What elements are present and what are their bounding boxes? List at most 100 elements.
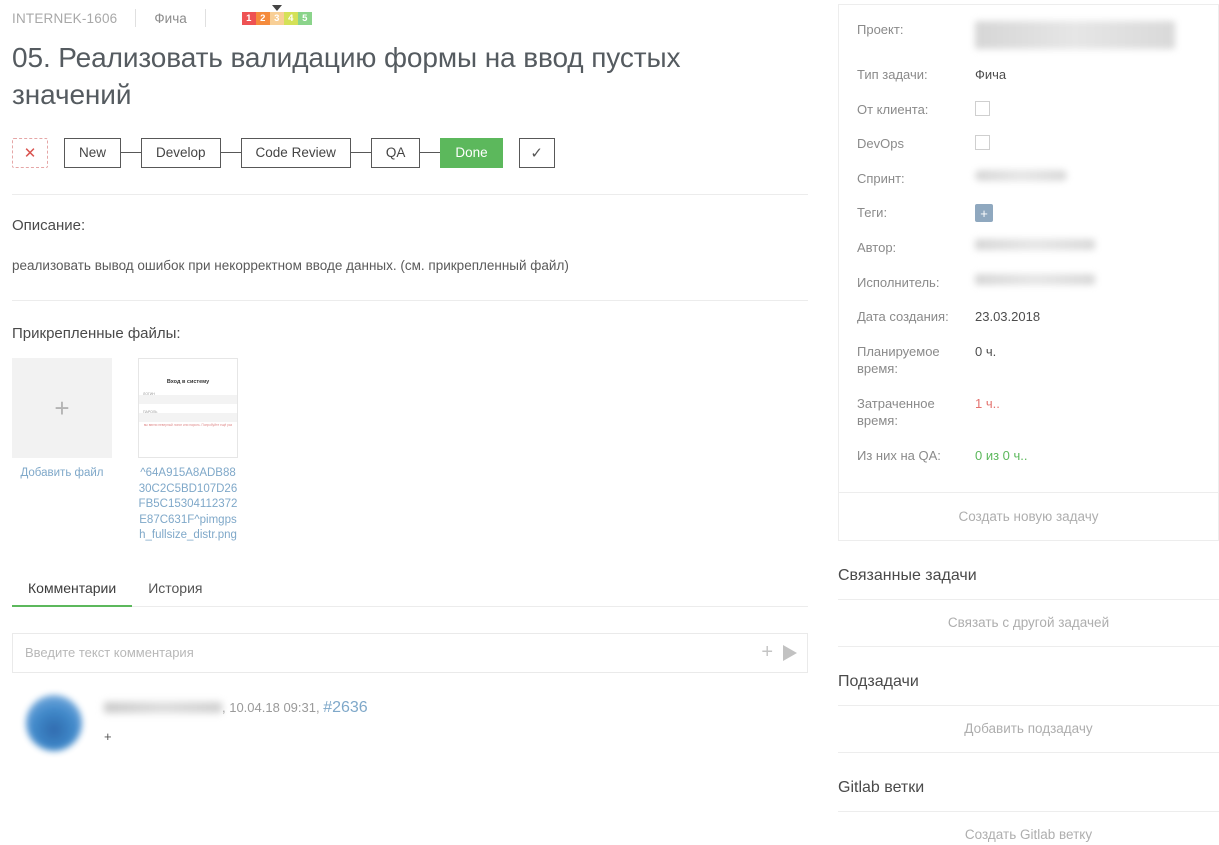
field-value-redacted [975,274,1095,285]
checkbox[interactable] [975,101,990,116]
comment-body: , 10.04.18 09:31, #2636 + [104,695,368,751]
workflow-reject-button[interactable]: ✕ [12,138,48,168]
field-row: Планируемое время:0 ч. [857,343,1200,378]
add-file-button[interactable]: + [12,358,112,458]
field-label: Дата создания: [857,308,975,326]
workflow-steps: New Develop Code Review QA Done [64,138,503,168]
tab-history[interactable]: История [132,572,218,606]
field-label: Затраченное время: [857,395,975,430]
priority-level-2[interactable]: 2 [256,12,270,25]
attachment-thumbnail[interactable]: Вход в систему ЛОГИН ПАРОЛЬ вы ввели нев… [138,358,238,458]
field-value-redacted [975,170,1067,181]
attachments-list: + Добавить файл Вход в систему ЛОГИН ПАР… [12,358,808,544]
divider-description [12,300,808,301]
checkbox[interactable] [975,135,990,150]
field-row: Автор: [857,239,1200,257]
field-row: Из них на QA:0 из 0 ч.. [857,447,1200,465]
add-file-item[interactable]: + Добавить файл [12,358,112,544]
comment-item: , 10.04.18 09:31, #2636 + [12,695,808,751]
send-icon[interactable] [783,645,797,661]
section-title: Gitlab ветки [838,779,1219,811]
field-row: От клиента: [857,101,1200,119]
comment-input-row[interactable]: + [12,633,808,673]
thumbnail-error-text: вы ввели неверный логин или пароль. Попр… [143,423,233,427]
sidebar: Проект: Тип задачи:Фича От клиента: DevOps С… [820,0,1219,845]
thumbnail-label-1: ЛОГИН [143,392,155,396]
workflow-step-code-review[interactable]: Code Review [241,138,351,168]
section-action-button[interactable]: Добавить подзадачу [838,705,1219,753]
priority-level-1[interactable]: 1 [242,12,256,25]
field-row: Теги:+ [857,204,1200,222]
breadcrumb-divider [135,9,136,27]
field-row: Тип задачи:Фича [857,66,1200,84]
priority-level-4[interactable]: 4 [284,12,298,25]
priority-marker-icon [272,5,282,11]
sidebar-sections: Связанные задачиСвязать с другой задачей… [838,567,1219,845]
avatar [26,695,82,751]
comment-author [104,702,222,713]
section-action-button[interactable]: Связать с другой задачей [838,599,1219,647]
create-task-button[interactable]: Создать новую задачу [839,492,1218,540]
workflow-connector [420,152,440,153]
priority-level-3[interactable]: 3 [270,12,284,25]
field-row: Затраченное время:1 ч.. [857,395,1200,430]
field-label: Автор: [857,239,975,257]
breadcrumb-divider-2 [205,9,206,27]
workflow-connector [221,152,241,153]
description-label: Описание: [12,217,808,234]
section-action-button[interactable]: Создать Gitlab ветку [838,811,1219,845]
field-value: 0 ч. [975,343,996,361]
field-label: Планируемое время: [857,343,975,378]
field-label: DevOps [857,135,975,153]
attachments-label: Прикрепленные файлы: [12,325,808,342]
comment-input[interactable] [23,644,761,661]
field-label: Проект: [857,21,975,39]
section-title: Подзадачи [838,673,1219,705]
plus-icon: + [54,393,69,424]
attachment-item[interactable]: Вход в систему ЛОГИН ПАРОЛЬ вы ввели нев… [138,358,238,544]
field-value-redacted [975,21,1175,49]
tab-comments[interactable]: Комментарии [12,572,132,606]
priority-selector[interactable]: 12345 [242,12,312,25]
field-label: Тип задачи: [857,66,975,84]
workflow-connector [121,152,141,153]
field-row: Исполнитель: [857,274,1200,292]
field-row: Дата создания:23.03.2018 [857,308,1200,326]
thumbnail-field-1 [139,395,237,404]
workflow-confirm-button[interactable]: ✓ [519,138,555,168]
content-tabs: КомментарииИстория [12,572,808,607]
comment-timestamp: , 10.04.18 09:31, [222,700,323,715]
workflow-step-done[interactable]: Done [440,138,502,168]
divider-top [12,194,808,195]
field-label: От клиента: [857,101,975,119]
comment-header: , 10.04.18 09:31, #2636 [104,699,368,717]
comment-id[interactable]: #2636 [323,699,368,716]
task-details-card: Проект: Тип задачи:Фича От клиента: DevOps С… [838,4,1219,541]
field-value-redacted [975,239,1095,250]
workflow-status-bar: ✕ New Develop Code Review QA Done ✓ [12,136,808,170]
add-file-label: Добавить файл [12,466,112,482]
workflow-step-qa[interactable]: QA [371,138,421,168]
priority-level-5[interactable]: 5 [298,12,312,25]
thumbnail-label-2: ПАРОЛЬ [143,410,157,414]
field-row: Спринт: [857,170,1200,188]
comment-text: + [104,729,368,744]
workflow-connector [351,152,371,153]
attachment-filename[interactable]: ^64A915A8ADB8830C2C5BD107D26FB5C15304112… [138,466,238,544]
field-label: Из них на QA: [857,447,975,465]
add-tag-button[interactable]: + [975,204,993,222]
field-value: 23.03.2018 [975,308,1040,326]
field-value: 1 ч.. [975,395,1000,413]
field-row: Проект: [857,21,1200,49]
task-fields: Проект: Тип задачи:Фича От клиента: DevOps С… [839,5,1218,492]
workflow-step-new[interactable]: New [64,138,121,168]
attach-plus-icon[interactable]: + [761,641,773,664]
workflow-step-develop[interactable]: Develop [141,138,221,168]
field-label: Исполнитель: [857,274,975,292]
issue-type[interactable]: Фича [154,11,186,26]
priority-scale[interactable]: 12345 [242,12,312,25]
thumbnail-field-2 [139,413,237,422]
issue-key[interactable]: INTERNEK-1606 [12,11,117,26]
task-detail-page: INTERNEK-1606 Фича 12345 05. Реализовать… [0,0,1219,845]
page-title: 05. Реализовать валидацию формы на ввод … [12,40,722,114]
